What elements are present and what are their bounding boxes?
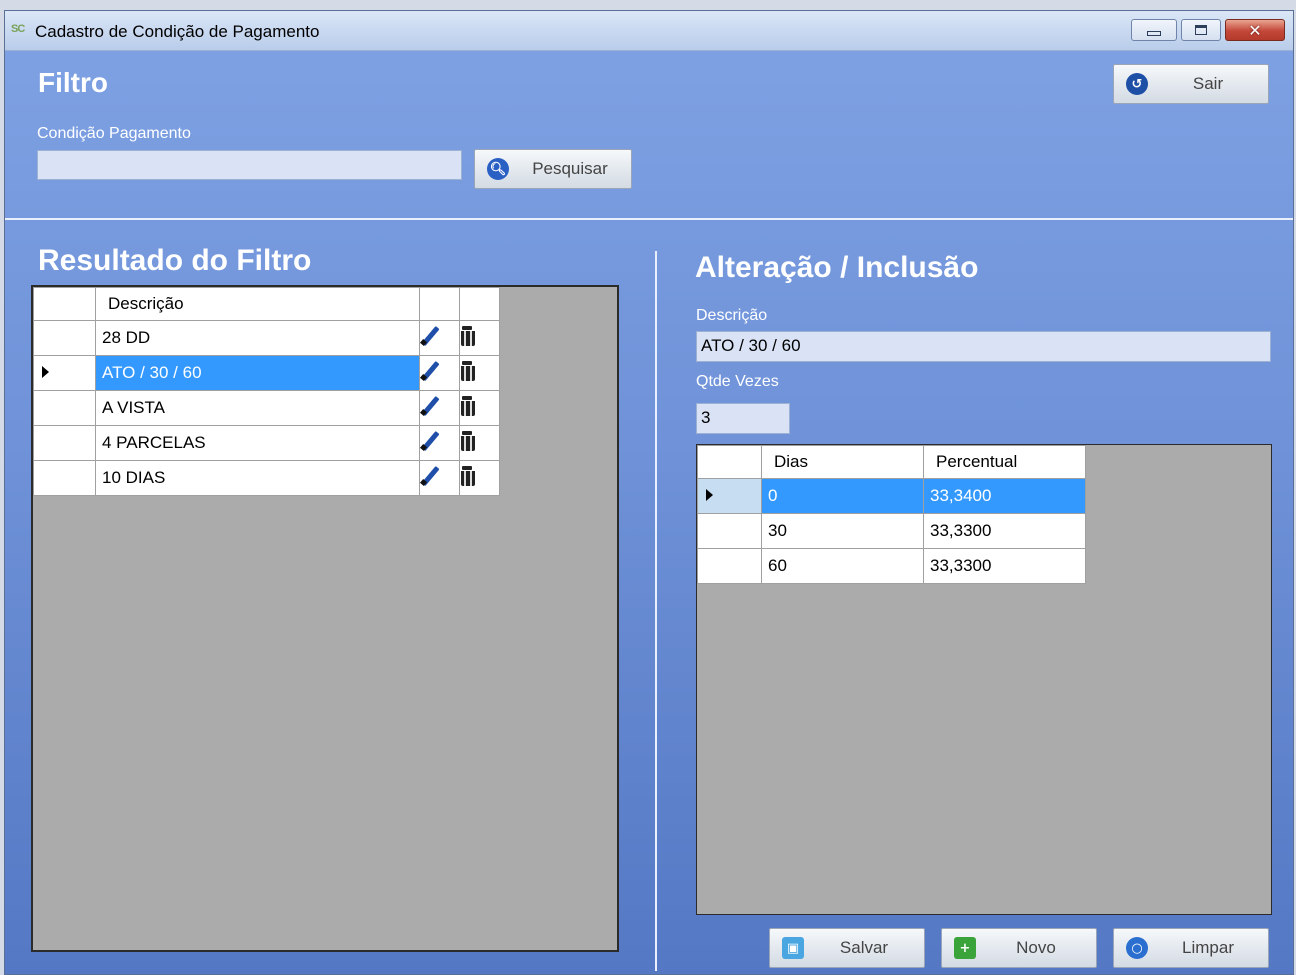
add-icon: + [954, 937, 976, 959]
descricao-input[interactable]: ATO / 30 / 60 [696, 331, 1271, 362]
delete-button[interactable] [459, 355, 500, 391]
edit-button[interactable] [419, 425, 460, 461]
app-icon: SC [11, 23, 25, 35]
dias-cell[interactable]: 30 [761, 513, 924, 549]
pencil-icon [420, 431, 440, 451]
sair-button[interactable]: ↺ Sair [1113, 64, 1269, 104]
dias-cell[interactable]: 60 [761, 548, 924, 584]
edit-button[interactable] [419, 320, 460, 356]
save-icon: ▣ [782, 937, 804, 959]
qtde-vezes-label: Qtde Vezes [696, 373, 779, 390]
novo-label: Novo [1016, 938, 1056, 957]
column-header-percentual[interactable]: Percentual [923, 445, 1086, 479]
descricao-cell[interactable]: ATO / 30 / 60 [95, 355, 420, 391]
dias-cell[interactable]: 0 [761, 478, 924, 514]
exit-icon: ↺ [1126, 73, 1148, 95]
novo-button[interactable]: + Novo [941, 928, 1097, 968]
clear-icon: ○ [1126, 937, 1148, 959]
edit-button[interactable] [419, 390, 460, 426]
current-row-icon [706, 489, 713, 501]
row-selector[interactable] [697, 548, 762, 584]
sair-label: Sair [1192, 74, 1224, 93]
edit-button[interactable] [419, 355, 460, 391]
row-selector[interactable] [33, 355, 96, 391]
salvar-button[interactable]: ▣ Salvar [769, 928, 925, 968]
trash-icon [460, 360, 476, 381]
table-row-selected[interactable]: ATO / 30 / 60 [33, 355, 500, 391]
limpar-label: Limpar [1182, 938, 1234, 957]
minimize-button[interactable] [1131, 19, 1177, 41]
maximize-button[interactable] [1181, 19, 1221, 41]
column-header-edit [419, 287, 460, 321]
row-selector[interactable] [33, 390, 96, 426]
current-row-icon [42, 366, 49, 378]
pesquisar-button[interactable]: 🔍︎ Pesquisar [474, 149, 632, 189]
descricao-label: Descrição [696, 307, 768, 324]
vertical-divider [655, 251, 657, 971]
trash-icon [460, 465, 476, 486]
descricao-cell[interactable]: 4 PARCELAS [95, 425, 420, 461]
condicao-label: Condição Pagamento [37, 125, 191, 142]
search-icon: 🔍︎ [487, 158, 509, 180]
percentual-cell[interactable]: 33,3400 [923, 478, 1086, 514]
percentual-cell[interactable]: 33,3300 [923, 548, 1086, 584]
pencil-icon [420, 326, 440, 346]
descricao-cell[interactable]: 28 DD [95, 320, 420, 356]
table-row[interactable]: 60 33,3300 [697, 548, 1086, 584]
parcelas-table: Dias Percentual 0 33,3400 30 33,3300 60 … [697, 445, 1086, 584]
table-row[interactable]: 30 33,3300 [697, 513, 1086, 549]
pencil-icon [420, 361, 440, 381]
table-row-selected[interactable]: 0 33,3400 [697, 478, 1086, 514]
percentual-cell[interactable]: 33,3300 [923, 513, 1086, 549]
column-header-delete [459, 287, 500, 321]
descricao-cell[interactable]: 10 DIAS [95, 460, 420, 496]
salvar-label: Salvar [839, 938, 889, 957]
row-header-corner [697, 445, 762, 479]
column-header-dias[interactable]: Dias [761, 445, 924, 479]
qtde-vezes-input[interactable]: 3 [696, 403, 790, 434]
table-header-row: Descrição [33, 287, 500, 321]
title-bar[interactable]: SC Cadastro de Condição de Pagamento ✕ [5, 11, 1293, 51]
trash-icon [460, 430, 476, 451]
delete-button[interactable] [459, 320, 500, 356]
resultado-grid[interactable]: Descrição 28 DD ATO / 30 / 60 A VISTA 4 … [31, 285, 619, 952]
close-icon: ✕ [1248, 20, 1262, 40]
parcelas-grid[interactable]: Dias Percentual 0 33,3400 30 33,3300 60 … [696, 444, 1272, 915]
main-window: SC Cadastro de Condição de Pagamento ✕ F… [4, 10, 1294, 975]
delete-button[interactable] [459, 425, 500, 461]
table-header-row: Dias Percentual [697, 445, 1086, 479]
edit-button[interactable] [419, 460, 460, 496]
descricao-cell[interactable]: A VISTA [95, 390, 420, 426]
pencil-icon [420, 396, 440, 416]
row-selector[interactable] [33, 320, 96, 356]
table-row[interactable]: 28 DD [33, 320, 500, 356]
table-row[interactable]: 10 DIAS [33, 460, 500, 496]
row-selector[interactable] [33, 460, 96, 496]
maximize-icon [1195, 25, 1207, 35]
edicao-title: Alteração / Inclusão [695, 251, 979, 284]
limpar-button[interactable]: ○ Limpar [1113, 928, 1269, 968]
row-header-corner [33, 287, 96, 321]
delete-button[interactable] [459, 460, 500, 496]
condicao-input[interactable] [37, 150, 462, 180]
trash-icon [460, 325, 476, 346]
row-selector[interactable] [697, 478, 762, 514]
row-selector[interactable] [33, 425, 96, 461]
table-row[interactable]: A VISTA [33, 390, 500, 426]
filtro-title: Filtro [38, 67, 108, 98]
pencil-icon [420, 466, 440, 486]
resultado-title: Resultado do Filtro [38, 244, 312, 277]
trash-icon [460, 395, 476, 416]
delete-button[interactable] [459, 390, 500, 426]
column-header-descricao[interactable]: Descrição [95, 287, 420, 321]
resultado-table: Descrição 28 DD ATO / 30 / 60 A VISTA 4 … [33, 287, 500, 496]
table-row[interactable]: 4 PARCELAS [33, 425, 500, 461]
window-title: Cadastro de Condição de Pagamento [35, 22, 320, 41]
minimize-icon [1147, 30, 1161, 36]
horizontal-divider [5, 218, 1293, 220]
pesquisar-label: Pesquisar [532, 159, 608, 178]
close-button[interactable]: ✕ [1225, 19, 1285, 41]
row-selector[interactable] [697, 513, 762, 549]
